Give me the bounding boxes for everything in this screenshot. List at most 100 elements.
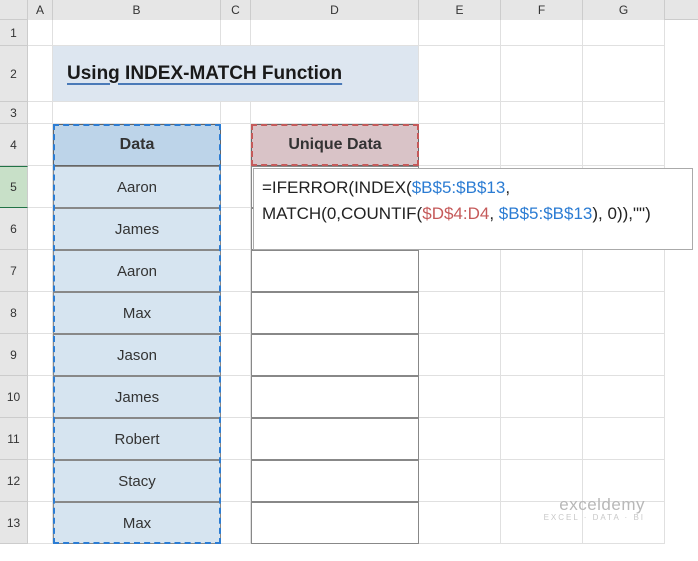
cell-F7[interactable] bbox=[501, 250, 583, 292]
unique-header[interactable]: Unique Data bbox=[251, 124, 419, 166]
cell-A8[interactable] bbox=[28, 292, 53, 334]
formula-edit-box[interactable]: =IFERROR(INDEX($B$5:$B$13, MATCH(0,COUNT… bbox=[253, 168, 693, 250]
cell-E11[interactable] bbox=[419, 418, 501, 460]
unique-cell-9[interactable] bbox=[251, 502, 419, 544]
cell-A9[interactable] bbox=[28, 334, 53, 376]
cell-G4[interactable] bbox=[583, 124, 665, 166]
unique-cell-4[interactable] bbox=[251, 292, 419, 334]
cell-B1[interactable] bbox=[53, 20, 221, 46]
row-header-8[interactable]: 8 bbox=[0, 292, 28, 334]
cell-F8[interactable] bbox=[501, 292, 583, 334]
cell-E7[interactable] bbox=[419, 250, 501, 292]
cell-G11[interactable] bbox=[583, 418, 665, 460]
cell-A1[interactable] bbox=[28, 20, 53, 46]
unique-cell-6[interactable] bbox=[251, 376, 419, 418]
cell-E10[interactable] bbox=[419, 376, 501, 418]
row-header-9[interactable]: 9 bbox=[0, 334, 28, 376]
cell-A5[interactable] bbox=[28, 166, 53, 208]
col-header-F[interactable]: F bbox=[501, 0, 583, 20]
cell-E4[interactable] bbox=[419, 124, 501, 166]
select-all-corner[interactable] bbox=[0, 0, 28, 20]
row-header-3[interactable]: 3 bbox=[0, 102, 28, 124]
data-cell-5[interactable]: Jason bbox=[53, 334, 221, 376]
cell-G9[interactable] bbox=[583, 334, 665, 376]
row-header-13[interactable]: 13 bbox=[0, 502, 28, 544]
cell-G8[interactable] bbox=[583, 292, 665, 334]
cell-D3[interactable] bbox=[251, 102, 419, 124]
cell-C10[interactable] bbox=[221, 376, 251, 418]
col-header-A[interactable]: A bbox=[28, 0, 53, 20]
cell-A3[interactable] bbox=[28, 102, 53, 124]
data-cell-2[interactable]: James bbox=[53, 208, 221, 250]
unique-cell-7[interactable] bbox=[251, 418, 419, 460]
col-header-C[interactable]: C bbox=[221, 0, 251, 20]
cell-C1[interactable] bbox=[221, 20, 251, 46]
cell-A6[interactable] bbox=[28, 208, 53, 250]
cell-D1[interactable] bbox=[251, 20, 419, 46]
cell-G3[interactable] bbox=[583, 102, 665, 124]
cell-E9[interactable] bbox=[419, 334, 501, 376]
cell-A12[interactable] bbox=[28, 460, 53, 502]
cell-A4[interactable] bbox=[28, 124, 53, 166]
cell-C7[interactable] bbox=[221, 250, 251, 292]
data-cell-4[interactable]: Max bbox=[53, 292, 221, 334]
row-header-1[interactable]: 1 bbox=[0, 20, 28, 46]
cell-E3[interactable] bbox=[419, 102, 501, 124]
col-header-G[interactable]: G bbox=[583, 0, 665, 20]
col-header-B[interactable]: B bbox=[53, 0, 221, 20]
row-header-12[interactable]: 12 bbox=[0, 460, 28, 502]
data-cell-3[interactable]: Aaron bbox=[53, 250, 221, 292]
data-cell-7[interactable]: Robert bbox=[53, 418, 221, 460]
cell-C9[interactable] bbox=[221, 334, 251, 376]
cell-F10[interactable] bbox=[501, 376, 583, 418]
cell-F3[interactable] bbox=[501, 102, 583, 124]
cell-C8[interactable] bbox=[221, 292, 251, 334]
cell-F1[interactable] bbox=[501, 20, 583, 46]
cell-E1[interactable] bbox=[419, 20, 501, 46]
cell-C11[interactable] bbox=[221, 418, 251, 460]
row-header-10[interactable]: 10 bbox=[0, 376, 28, 418]
cell-G7[interactable] bbox=[583, 250, 665, 292]
data-cell-6[interactable]: James bbox=[53, 376, 221, 418]
cell-E13[interactable] bbox=[419, 502, 501, 544]
row-header-7[interactable]: 7 bbox=[0, 250, 28, 292]
data-cell-1[interactable]: Aaron bbox=[53, 166, 221, 208]
cell-A7[interactable] bbox=[28, 250, 53, 292]
cell-A10[interactable] bbox=[28, 376, 53, 418]
row-header-11[interactable]: 11 bbox=[0, 418, 28, 460]
unique-cell-8[interactable] bbox=[251, 460, 419, 502]
cell-F11[interactable] bbox=[501, 418, 583, 460]
data-header[interactable]: Data bbox=[53, 124, 221, 166]
cell-C3[interactable] bbox=[221, 102, 251, 124]
cell-G1[interactable] bbox=[583, 20, 665, 46]
row-header-2[interactable]: 2 bbox=[0, 46, 28, 102]
cell-E2[interactable] bbox=[419, 46, 501, 102]
formula-text-4: , bbox=[489, 204, 498, 223]
cell-C6[interactable] bbox=[221, 208, 251, 250]
col-header-E[interactable]: E bbox=[419, 0, 501, 20]
unique-cell-3[interactable] bbox=[251, 250, 419, 292]
cell-A2[interactable] bbox=[28, 46, 53, 102]
cell-C5[interactable] bbox=[221, 166, 251, 208]
cell-F2[interactable] bbox=[501, 46, 583, 102]
cell-A11[interactable] bbox=[28, 418, 53, 460]
cell-C4[interactable] bbox=[221, 124, 251, 166]
title-cell[interactable]: Using INDEX-MATCH Function bbox=[53, 46, 419, 102]
unique-cell-5[interactable] bbox=[251, 334, 419, 376]
data-cell-8[interactable]: Stacy bbox=[53, 460, 221, 502]
cell-A13[interactable] bbox=[28, 502, 53, 544]
cell-G10[interactable] bbox=[583, 376, 665, 418]
cell-C12[interactable] bbox=[221, 460, 251, 502]
row-header-5[interactable]: 5 bbox=[0, 166, 28, 208]
col-header-D[interactable]: D bbox=[251, 0, 419, 20]
row-header-4[interactable]: 4 bbox=[0, 124, 28, 166]
data-cell-9[interactable]: Max bbox=[53, 502, 221, 544]
cell-E12[interactable] bbox=[419, 460, 501, 502]
cell-G2[interactable] bbox=[583, 46, 665, 102]
cell-F9[interactable] bbox=[501, 334, 583, 376]
cell-B3[interactable] bbox=[53, 102, 221, 124]
row-header-6[interactable]: 6 bbox=[0, 208, 28, 250]
cell-F4[interactable] bbox=[501, 124, 583, 166]
cell-E8[interactable] bbox=[419, 292, 501, 334]
cell-C13[interactable] bbox=[221, 502, 251, 544]
